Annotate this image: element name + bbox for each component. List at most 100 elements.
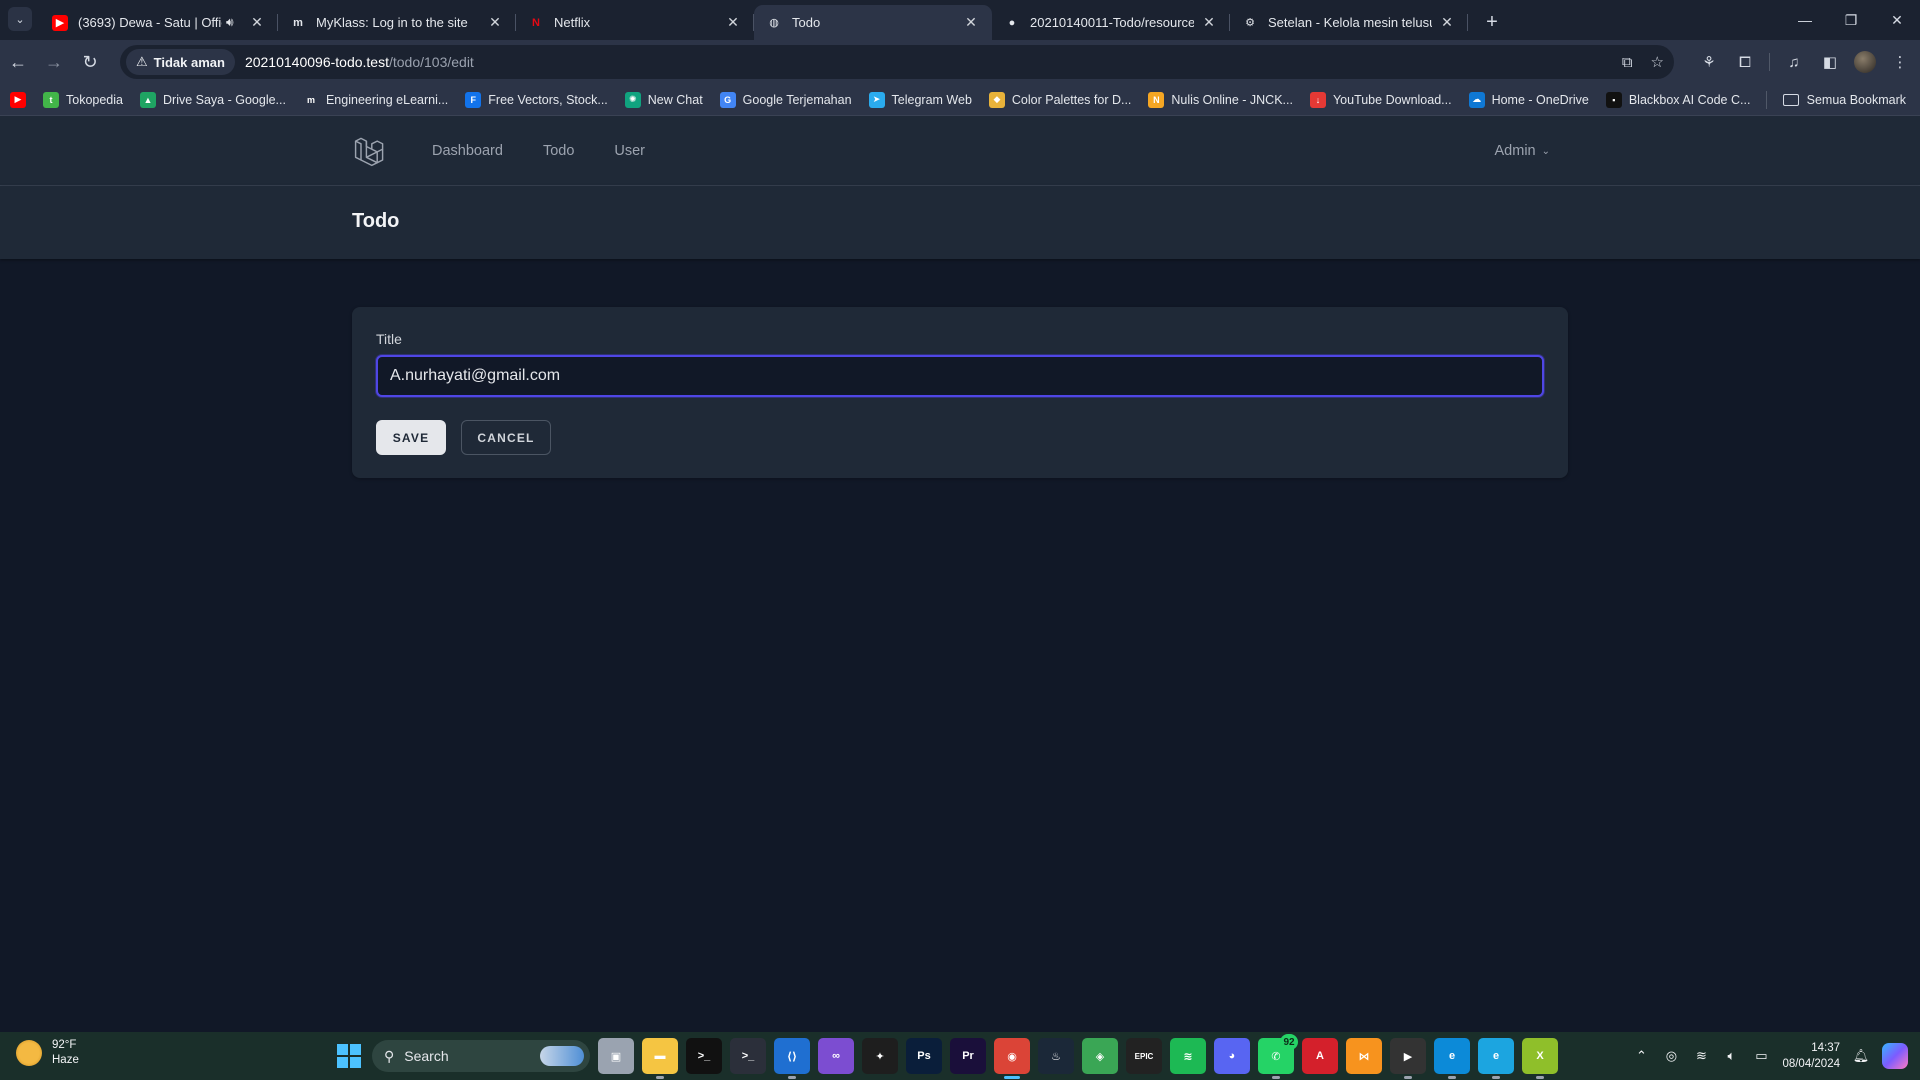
browser-tab[interactable]: ▶ (3693) Dewa - Satu | Official 🔊︎ ✕ <box>40 5 278 40</box>
bookmark-item[interactable]: ▪ Blackbox AI Code C... <box>1605 91 1750 108</box>
browser-tab[interactable]: m MyKlass: Log in to the site ✕ <box>278 5 516 40</box>
xampp-icon[interactable]: X <box>1522 1038 1558 1079</box>
edge-beta-icon[interactable]: e <box>1478 1038 1514 1079</box>
bookmark-item[interactable]: F Free Vectors, Stock... <box>465 91 608 108</box>
bookmark-label: Drive Saya - Google... <box>163 92 286 107</box>
close-tab-icon[interactable]: ✕ <box>1200 14 1218 31</box>
wifi-icon[interactable]: ≋ <box>1692 1048 1710 1064</box>
bookmark-item[interactable]: ◆ Color Palettes for D... <box>988 91 1131 108</box>
all-bookmarks-folder[interactable]: Semua Bookmark <box>1765 84 1906 116</box>
browser-tab[interactable]: ⚙ Setelan - Kelola mesin telusur d ✕ <box>1230 5 1468 40</box>
warning-icon: ⚠ <box>136 54 148 69</box>
profile-avatar[interactable] <box>1854 51 1876 73</box>
bookmark-item[interactable]: ▶ <box>10 91 33 108</box>
drive-icon: ▲ <box>140 91 156 108</box>
side-panel-icon[interactable]: ◧ <box>1818 50 1842 74</box>
browser-tab[interactable]: ● 20210140011-Todo/resources/v ✕ <box>992 5 1230 40</box>
battery-icon[interactable]: ▭ <box>1752 1048 1770 1064</box>
github-icon: ● <box>1008 16 1016 29</box>
bookmark-item[interactable]: m Engineering eLearni... <box>302 91 448 108</box>
bookmark-item[interactable]: t Tokopedia <box>43 91 123 108</box>
bluestacks-icon[interactable]: ◈ <box>1082 1038 1118 1074</box>
new-tab-plus-icon[interactable]: + <box>1476 6 1508 38</box>
anime-app-icon[interactable]: ⋈ <box>1346 1038 1382 1074</box>
tab-title: MyKlass: Log in to the site <box>316 15 468 30</box>
audio-playing-icon[interactable]: 🔊︎ <box>226 15 242 30</box>
restore-icon[interactable]: ❐ <box>1828 0 1874 40</box>
close-tab-icon[interactable]: ✕ <box>724 14 742 31</box>
visual-studio-icon[interactable]: ∞ <box>818 1038 854 1074</box>
close-tab-icon[interactable]: ✕ <box>1438 14 1456 31</box>
file-explorer-icon[interactable]: ▬ <box>642 1038 678 1079</box>
url-text[interactable]: 20210140096-todo.test/todo/103/edit <box>245 54 474 70</box>
media-controls-icon[interactable]: ♫ <box>1782 50 1806 74</box>
browser-tab[interactable]: ◍ Todo ✕ <box>754 5 992 40</box>
steam-icon[interactable]: ♨ <box>1038 1038 1074 1074</box>
media-player-icon[interactable]: ▶ <box>1390 1038 1426 1079</box>
chrome-icon[interactable]: ◉ <box>994 1038 1030 1079</box>
cancel-button[interactable]: CANCEL <box>461 420 551 455</box>
powershell-icon[interactable]: >_ <box>730 1038 766 1074</box>
laravel-logo-icon[interactable] <box>352 133 388 169</box>
user-menu[interactable]: Admin ⌄ <box>1495 116 1551 186</box>
taskview-icon[interactable]: ▣ <box>598 1038 634 1074</box>
discord-icon[interactable]: ◕ <box>1214 1038 1250 1074</box>
bookmark-item[interactable]: G Google Terjemahan <box>719 91 852 108</box>
clock[interactable]: 14:37 08/04/2024 <box>1782 1040 1840 1072</box>
bookmark-item[interactable]: N Nulis Online - JNCK... <box>1148 91 1293 108</box>
bookmark-item[interactable]: ✺ New Chat <box>624 91 703 108</box>
notification-bell-icon[interactable]: 🔔︎ <box>1852 1048 1870 1064</box>
close-tab-icon[interactable]: ✕ <box>486 14 504 31</box>
bookmark-star-icon[interactable]: ☆ <box>1651 53 1664 71</box>
premiere-icon[interactable]: Pr <box>950 1038 986 1074</box>
bookmark-label: Nulis Online - JNCK... <box>1171 92 1293 107</box>
security-chip[interactable]: ⚠ Tidak aman <box>126 49 235 75</box>
acrobat-icon[interactable]: A <box>1302 1038 1338 1074</box>
nav-link-user[interactable]: User <box>614 143 645 159</box>
bookmark-item[interactable]: ↓ YouTube Download... <box>1309 91 1452 108</box>
user-menu-label: Admin <box>1494 143 1536 159</box>
close-tab-icon[interactable]: ✕ <box>248 14 266 31</box>
back-icon[interactable]: ← <box>0 44 36 80</box>
nav-link-dashboard[interactable]: Dashboard <box>432 143 503 159</box>
minimize-icon[interactable]: — <box>1782 0 1828 40</box>
clock-time: 14:37 <box>1811 1042 1840 1054</box>
tab-title: (3693) Dewa - Satu | Official <box>78 15 222 30</box>
title-input[interactable] <box>376 355 1544 397</box>
tray-overflow-chevron-icon[interactable]: ⌃ <box>1632 1048 1650 1064</box>
whatsapp-icon[interactable]: ✆ 92 <box>1258 1034 1298 1079</box>
taskbar-search[interactable]: ⚲ Search <box>372 1040 590 1072</box>
edge-icon[interactable]: e <box>1434 1038 1470 1079</box>
figma-icon[interactable]: ✦ <box>862 1038 898 1074</box>
close-window-icon[interactable]: ✕ <box>1874 0 1920 40</box>
weather-sun-icon <box>16 1040 42 1066</box>
browser-tab[interactable]: N Netflix ✕ <box>516 5 754 40</box>
tray-app-icon[interactable]: ◎ <box>1662 1048 1680 1064</box>
tab-search-chevron-icon[interactable]: ⌄ <box>8 7 32 31</box>
photoshop-icon[interactable]: Ps <box>906 1038 942 1074</box>
extension-puzzle-icon[interactable]: ⚘ <box>1697 50 1721 74</box>
vscode-icon[interactable]: ⟨⟩ <box>774 1038 810 1079</box>
epic-games-icon[interactable]: EPIC <box>1126 1038 1162 1074</box>
spotify-icon[interactable]: ≋ <box>1170 1038 1206 1074</box>
reload-icon[interactable]: ↻ <box>72 44 108 80</box>
terminal-icon[interactable]: >_ <box>686 1038 722 1074</box>
bookmark-item[interactable]: ▲ Drive Saya - Google... <box>140 91 286 108</box>
windows-start-icon[interactable] <box>334 1041 364 1071</box>
extensions-icon[interactable]: ⧠ <box>1733 50 1757 74</box>
bookmark-item[interactable]: ➤ Telegram Web <box>868 91 972 108</box>
bookmark-item[interactable]: ☁ Home - OneDrive <box>1468 91 1589 108</box>
translate-icon[interactable]: ⧉ <box>1622 54 1633 71</box>
url-path: /todo/103/edit <box>388 54 474 70</box>
volume-icon[interactable]: 🔈︎ <box>1722 1048 1740 1064</box>
address-bar[interactable]: ⚠ Tidak aman 20210140096-todo.test/todo/… <box>120 45 1674 79</box>
copilot-icon[interactable] <box>1882 1043 1908 1069</box>
close-tab-icon[interactable]: ✕ <box>962 14 980 31</box>
page-title: Todo <box>352 210 400 232</box>
forward-icon[interactable]: → <box>36 44 72 80</box>
weather-widget[interactable]: 92°F Haze <box>16 1038 79 1068</box>
menu-kebab-icon[interactable]: ⋮ <box>1888 50 1912 74</box>
save-button[interactable]: SAVE <box>376 420 446 455</box>
translate-icon: G <box>719 91 736 108</box>
nav-link-todo[interactable]: Todo <box>543 143 574 159</box>
